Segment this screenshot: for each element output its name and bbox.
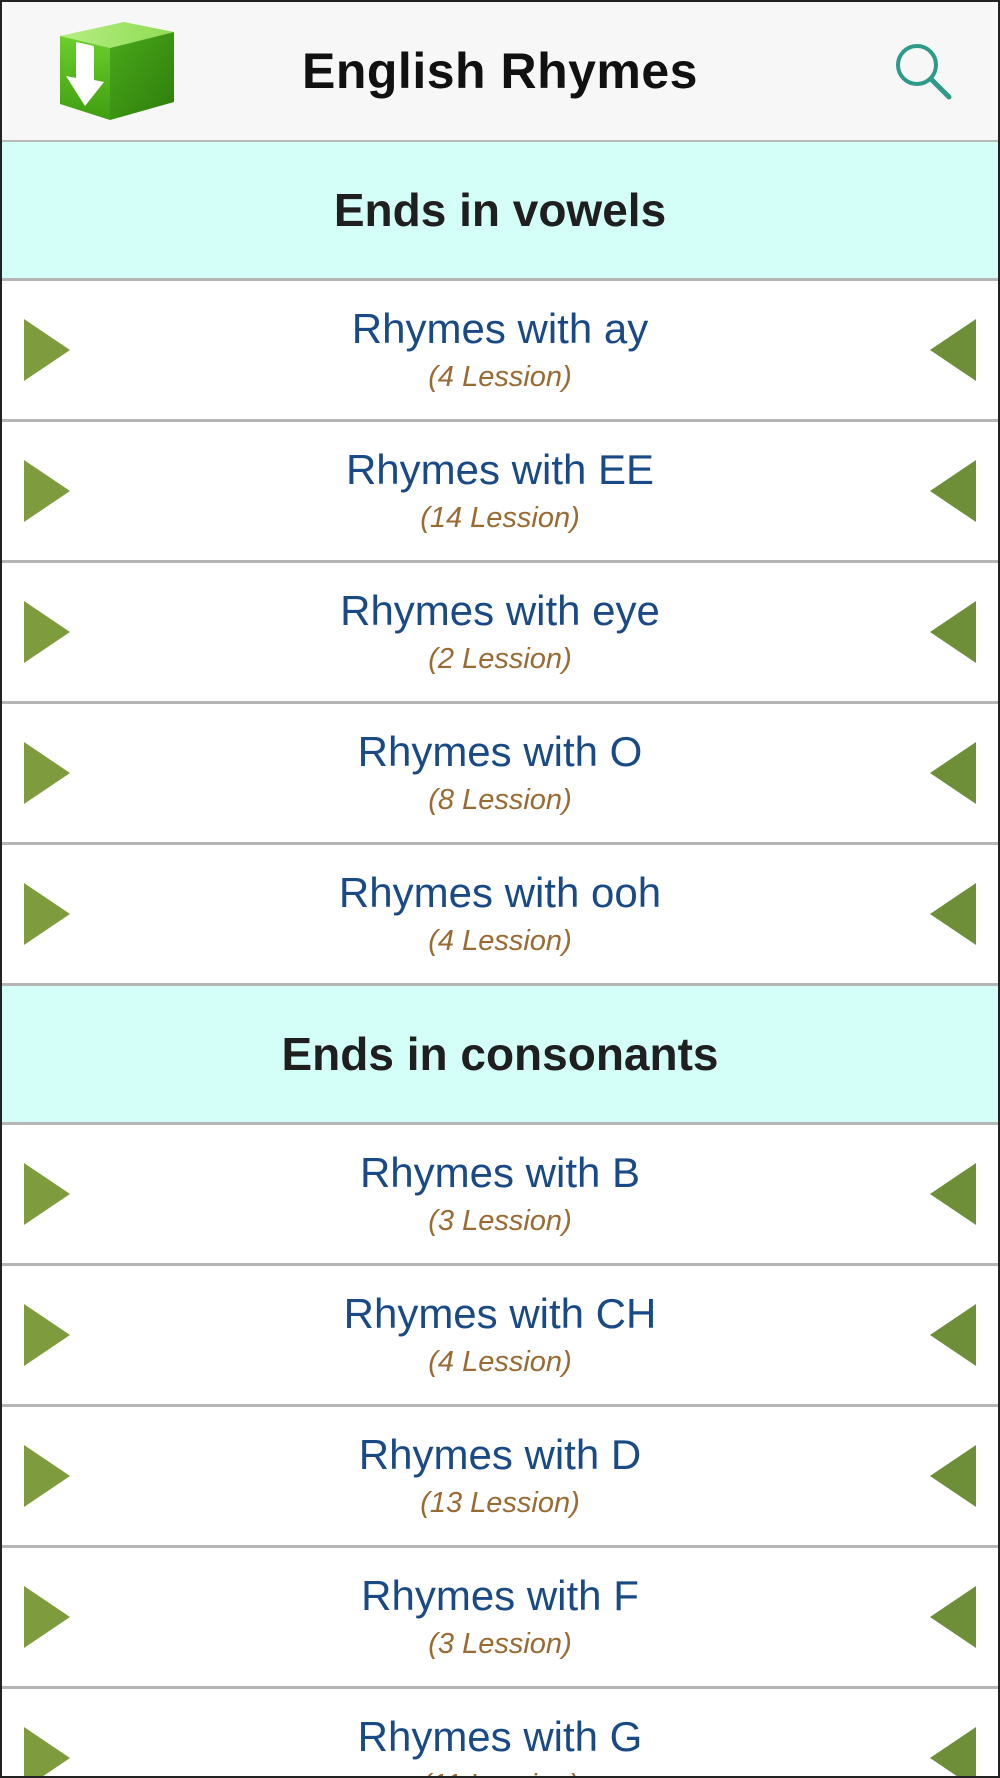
list-item-title: Rhymes with ooh — [338, 869, 662, 917]
play-arrow-icon — [24, 742, 70, 804]
back-arrow-icon — [930, 742, 976, 804]
lesson-count: (4 Lession) — [428, 924, 572, 957]
play-arrow-icon — [24, 1445, 70, 1507]
section-title: Ends in vowels — [333, 184, 667, 236]
page-title: English Rhymes — [302, 43, 698, 99]
list-item-title: Rhymes with B — [359, 1149, 641, 1197]
list-item[interactable]: Rhymes with ooh (4 Lession) — [2, 845, 998, 986]
list-item-title: Rhymes with ay — [351, 305, 649, 353]
list-item-title: Rhymes with eye — [340, 587, 660, 635]
list-item-title: Rhymes with O — [357, 728, 643, 776]
lesson-count: (8 Lession) — [428, 783, 572, 816]
back-arrow-icon — [930, 1445, 976, 1507]
list-item[interactable]: Rhymes with B (3 Lession) — [2, 1125, 998, 1266]
play-arrow-icon — [24, 1304, 70, 1366]
lesson-count: (2 Lession) — [428, 642, 572, 675]
back-arrow-icon — [930, 1163, 976, 1225]
section-title: Ends in consonants — [281, 1028, 719, 1080]
lesson-count: (11 Lession) — [421, 1769, 578, 1776]
download-box-icon[interactable] — [58, 18, 176, 122]
list-item[interactable]: Rhymes with EE (14 Lession) — [2, 422, 998, 563]
play-arrow-icon — [24, 1163, 70, 1225]
back-arrow-icon — [930, 883, 976, 945]
play-arrow-icon — [24, 1586, 70, 1648]
lesson-count: (3 Lession) — [428, 1627, 572, 1660]
list-item[interactable]: Rhymes with G (11 Lession) — [2, 1689, 998, 1776]
play-arrow-icon — [24, 601, 70, 663]
back-arrow-icon — [930, 1586, 976, 1648]
list-item-title: Rhymes with CH — [343, 1290, 657, 1338]
app-screen: English Rhymes Ends in vowels Rhymes wit… — [0, 0, 1000, 1778]
play-arrow-icon — [24, 319, 70, 381]
section-header: Ends in vowels — [2, 142, 998, 281]
list-item[interactable]: Rhymes with O (8 Lession) — [2, 704, 998, 845]
play-arrow-icon — [24, 1727, 70, 1776]
lesson-count: (13 Lession) — [420, 1486, 580, 1519]
lesson-count: (3 Lession) — [428, 1204, 572, 1237]
search-icon[interactable] — [892, 40, 954, 102]
lesson-count: (4 Lession) — [428, 1345, 572, 1378]
play-arrow-icon — [24, 460, 70, 522]
back-arrow-icon — [930, 1727, 976, 1776]
back-arrow-icon — [930, 601, 976, 663]
list-item[interactable]: Rhymes with F (3 Lession) — [2, 1548, 998, 1689]
section-header: Ends in consonants — [2, 986, 998, 1125]
list-item-title: Rhymes with F — [361, 1572, 639, 1620]
list-item[interactable]: Rhymes with ay (4 Lession) — [2, 281, 998, 422]
list-item-title: Rhymes with EE — [345, 446, 655, 494]
rhymes-list: Ends in vowels Rhymes with ay (4 Lession… — [2, 142, 998, 1776]
back-arrow-icon — [930, 1304, 976, 1366]
lesson-count: (14 Lession) — [420, 501, 580, 534]
list-item-title: Rhymes with G — [357, 1713, 643, 1761]
list-item[interactable]: Rhymes with D (13 Lession) — [2, 1407, 998, 1548]
list-item-title: Rhymes with D — [358, 1431, 642, 1479]
nav-bar: English Rhymes — [2, 2, 998, 142]
lesson-count: (4 Lession) — [428, 360, 572, 393]
list-item[interactable]: Rhymes with eye (2 Lession) — [2, 563, 998, 704]
play-arrow-icon — [24, 883, 70, 945]
back-arrow-icon — [930, 460, 976, 522]
back-arrow-icon — [930, 319, 976, 381]
list-item[interactable]: Rhymes with CH (4 Lession) — [2, 1266, 998, 1407]
